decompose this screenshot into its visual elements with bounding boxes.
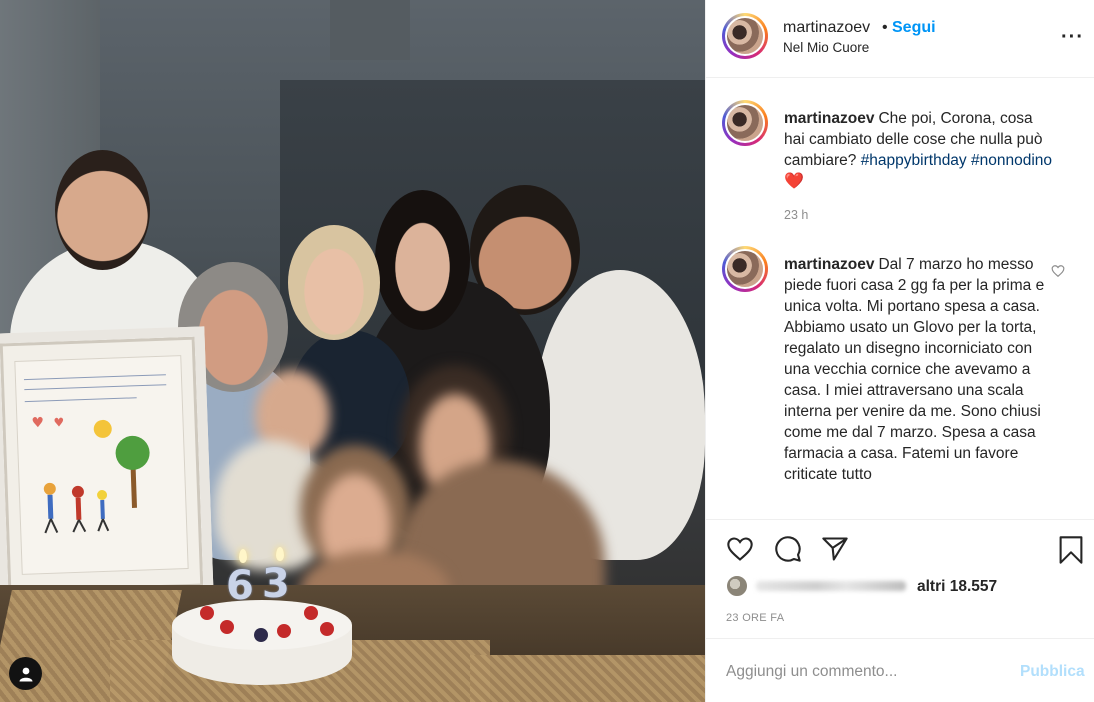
header-separator: • <box>882 19 888 36</box>
caption-avatar[interactable] <box>722 100 768 146</box>
heart-outline-icon[interactable] <box>726 535 754 563</box>
publish-button[interactable]: Pubblica <box>1020 663 1085 681</box>
red-heart-emoji: ❤️ <box>784 173 804 190</box>
comment-item: martinazoev Dal 7 marzo ho messo piede fu… <box>722 246 1062 519</box>
liker-avatar[interactable] <box>726 575 748 597</box>
person-left-head <box>55 150 150 270</box>
location-link[interactable]: Nel Mio Cuore <box>783 40 869 55</box>
post-sidebar: martinazoev • Segui Nel Mio Cuore ··· ma… <box>705 0 1094 702</box>
liker-names-redacted <box>756 581 906 591</box>
candle-number-3: 3 <box>262 561 290 607</box>
bookmark-icon[interactable] <box>1057 535 1085 565</box>
comment-body: Dal 7 marzo ho messo piede fuori casa 2 … <box>784 256 1045 483</box>
author-username[interactable]: martinazoev <box>783 19 870 37</box>
post-header: martinazoev • Segui Nel Mio Cuore ··· <box>706 0 1094 78</box>
more-options-icon[interactable]: ··· <box>1061 26 1084 49</box>
post-actions <box>706 519 1094 579</box>
caption-text: martinazoev Che poi, Corona, cosa hai cam… <box>784 108 1054 192</box>
hashtag-happybirthday[interactable]: #happybirthday <box>861 152 967 169</box>
post-photo[interactable]: ♥ ♥ 6 3 <box>0 0 705 702</box>
likes-summary[interactable]: altri 18.557 <box>726 575 1086 601</box>
tagged-users-button[interactable] <box>9 657 42 690</box>
person-brunette-head <box>375 190 470 330</box>
framed-drawing: ♥ ♥ <box>0 326 214 604</box>
add-comment-bar: Aggiungi un commento... Pubblica <box>706 638 1094 702</box>
paper-plane-icon[interactable] <box>821 535 849 563</box>
comment-username[interactable]: martinazoev <box>784 256 874 273</box>
comments-list[interactable]: martinazoev Che poi, Corona, cosa hai cam… <box>706 79 1094 519</box>
person-blonde-head <box>288 225 380 340</box>
background-frame <box>330 0 410 60</box>
caption-time[interactable]: 23 h <box>784 208 808 222</box>
follow-button[interactable]: Segui <box>892 19 936 37</box>
comment-avatar[interactable] <box>722 246 768 292</box>
author-avatar[interactable] <box>722 13 768 59</box>
candle-flame <box>276 547 284 561</box>
user-icon <box>19 667 32 681</box>
comment-like-icon[interactable] <box>1051 264 1065 278</box>
post-date[interactable]: 23 ORE FA <box>726 612 784 624</box>
post-caption: martinazoev Che poi, Corona, cosa hai cam… <box>722 100 1062 230</box>
svg-text:♥: ♥ <box>53 415 64 429</box>
placemat-right <box>470 655 705 702</box>
caption-username[interactable]: martinazoev <box>784 110 874 127</box>
candle-flame <box>239 549 247 563</box>
likes-count[interactable]: altri 18.557 <box>917 578 997 596</box>
comment-bubble-icon[interactable] <box>774 535 802 563</box>
comment-input[interactable]: Aggiungi un commento... <box>726 663 897 681</box>
svg-text:♥: ♥ <box>31 415 44 431</box>
birthday-cake <box>172 600 352 690</box>
child-drawing-art: ♥ ♥ <box>23 374 167 534</box>
candle-number-6: 6 <box>226 563 254 609</box>
comment-text: martinazoev Dal 7 marzo ho messo piede fu… <box>784 254 1054 485</box>
hashtag-nonnodino[interactable]: #nonnodino <box>971 152 1052 169</box>
